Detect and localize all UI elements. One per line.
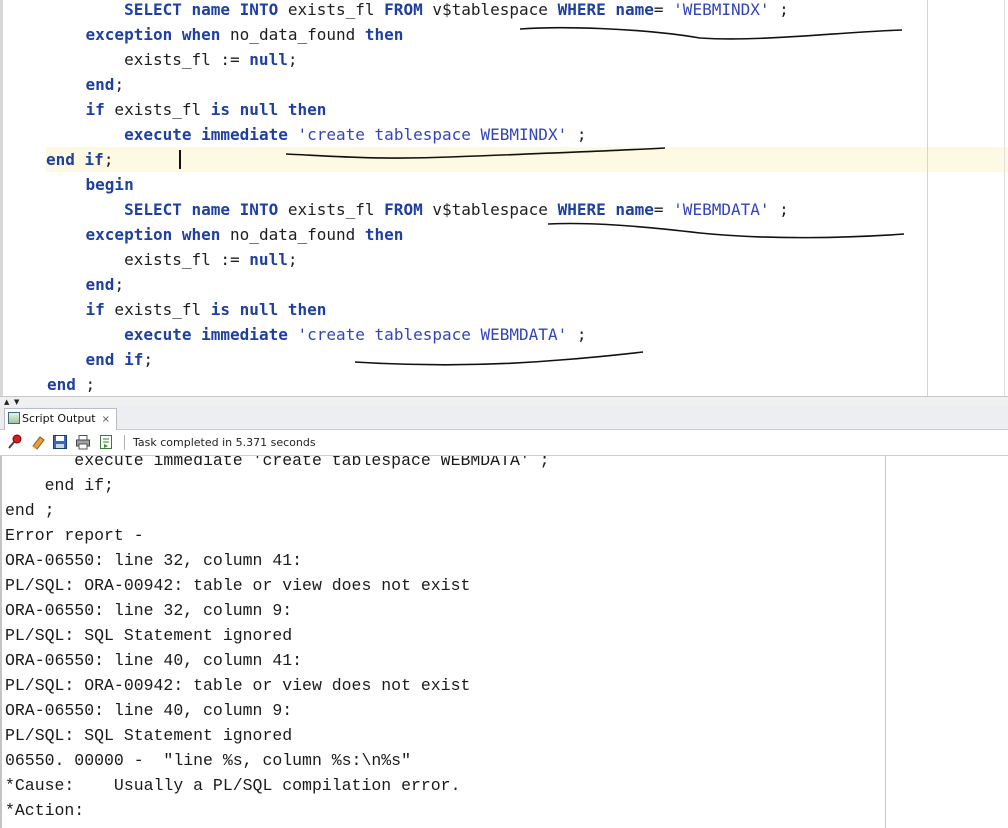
handwritten-underline-annotations xyxy=(285,26,905,366)
output-line: *Cause: Usually a PL/SQL compilation err… xyxy=(5,776,461,795)
output-line: ORA-06550: line 40, column 41: xyxy=(5,651,303,670)
eraser-icon[interactable] xyxy=(30,434,46,450)
script-output-area[interactable]: execute immediate 'create tablespace WEB… xyxy=(0,456,1008,828)
print-icon[interactable] xyxy=(75,434,91,450)
script-output-toolbar: Task completed in 5.371 seconds xyxy=(0,430,1008,456)
collapse-down-icon[interactable]: ▼ xyxy=(14,398,19,406)
output-line: Error report - xyxy=(5,526,144,545)
output-line: PL/SQL: ORA-00942: table or view does no… xyxy=(5,676,471,695)
script-output-icon xyxy=(8,412,20,424)
output-line: ORA-06550: line 32, column 41: xyxy=(5,551,303,570)
toolbar-separator xyxy=(124,435,125,450)
tab-label: Script Output xyxy=(22,412,96,425)
output-left-edge xyxy=(0,456,2,828)
output-line: PL/SQL: ORA-00942: table or view does no… xyxy=(5,576,471,595)
open-log-icon[interactable] xyxy=(98,434,114,450)
underline-webmindx-select xyxy=(519,26,903,40)
output-line: ORA-06550: line 40, column 9: xyxy=(5,701,293,720)
output-line: *Action: xyxy=(5,801,85,820)
underline-create-webmindx xyxy=(285,147,666,159)
output-line: end ; xyxy=(5,501,55,520)
output-line: 06550. 00000 - "line %s, column %s:\n%s" xyxy=(5,751,411,770)
output-tab-bar: Script Output × xyxy=(0,406,1008,430)
output-line: execute immediate 'create tablespace WEB… xyxy=(5,456,550,470)
output-line: end if; xyxy=(5,476,114,495)
underline-create-webmdata xyxy=(354,351,644,366)
panel-splitter[interactable]: ▲ ▼ xyxy=(0,396,1008,406)
output-right-divider xyxy=(885,456,886,828)
output-line: PL/SQL: SQL Statement ignored xyxy=(5,726,293,745)
underline-webmdata-select xyxy=(547,222,905,239)
status-text: Task completed in 5.371 seconds xyxy=(133,436,316,449)
pin-icon[interactable] xyxy=(7,434,23,450)
tab-script-output[interactable]: Script Output × xyxy=(4,408,118,430)
close-tab-button[interactable]: × xyxy=(102,414,110,425)
code-editor[interactable]: SELECT name INTO exists_fl FROM v$tables… xyxy=(0,0,1008,396)
collapse-up-icon[interactable]: ▲ xyxy=(4,398,9,406)
save-icon[interactable] xyxy=(52,434,68,450)
output-line: PL/SQL: SQL Statement ignored xyxy=(5,626,293,645)
output-line: ORA-06550: line 32, column 9: xyxy=(5,601,293,620)
